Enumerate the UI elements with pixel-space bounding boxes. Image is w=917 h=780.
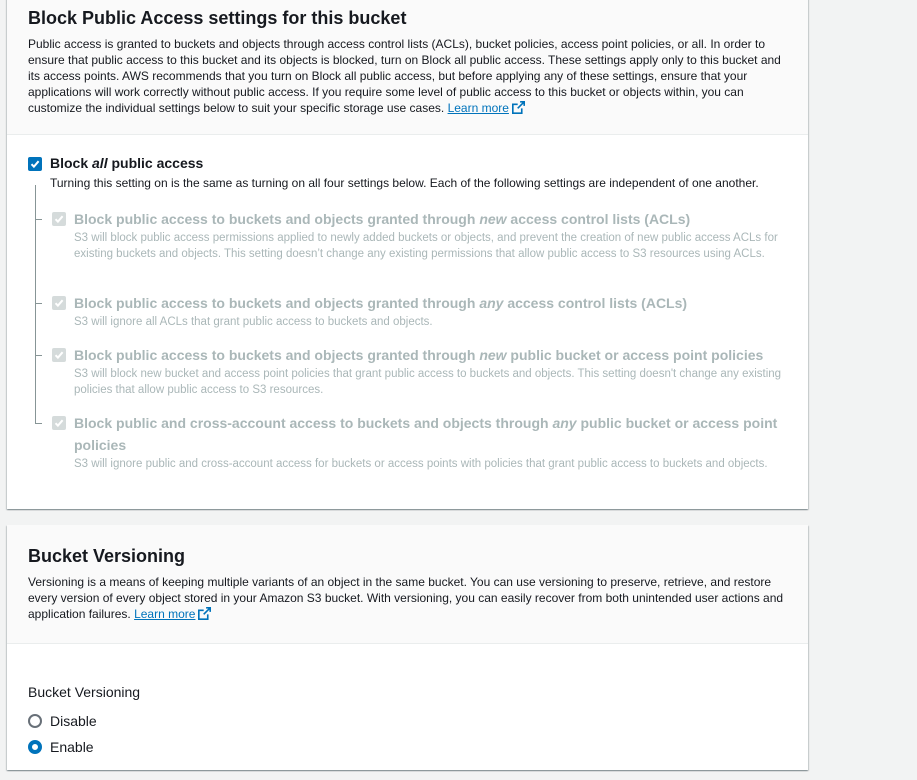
- disable-label: Disable: [50, 713, 97, 729]
- tree-line: [35, 185, 36, 423]
- disable-radio[interactable]: [28, 714, 42, 728]
- versioning-field-label: Bucket Versioning: [28, 684, 141, 700]
- tree-branch: [35, 423, 42, 424]
- block-all-description: Turning this setting on is the same as t…: [50, 176, 759, 190]
- bpa-description-text: Public access is granted to buckets and …: [28, 37, 781, 115]
- bpa-option-checkbox[interactable]: [52, 296, 66, 310]
- option-label-pre: Block public access to buckets and objec…: [74, 347, 480, 363]
- versioning-description: Versioning is a means of keeping multipl…: [28, 574, 788, 622]
- block-public-access-panel: Block Public Access settings for this bu…: [7, 0, 808, 509]
- bpa-learn-more-link[interactable]: Learn more: [448, 101, 525, 115]
- versioning-option-disable[interactable]: Disable: [28, 708, 787, 734]
- option-label-em: any: [479, 295, 504, 311]
- option-label-pre: Block public access to buckets and objec…: [74, 295, 480, 311]
- external-link-icon: [198, 607, 212, 620]
- enable-radio[interactable]: [28, 740, 42, 754]
- option-label-post: access control lists (ACLs): [503, 295, 688, 311]
- option-label-post: access control lists (ACLs): [506, 211, 691, 227]
- external-link-icon: [511, 101, 525, 114]
- bpa-option-description: S3 will ignore public and cross-account …: [74, 458, 768, 470]
- bpa-description: Public access is granted to buckets and …: [28, 36, 788, 116]
- versioning-title: Bucket Versioning: [28, 546, 186, 566]
- versioning-header: Bucket Versioning Versioning is a means …: [7, 525, 808, 644]
- bpa-option-checkbox[interactable]: [52, 348, 66, 362]
- tree-branch: [35, 355, 42, 356]
- versioning-learn-more-link[interactable]: Learn more: [134, 607, 212, 621]
- option-label-em: any: [552, 415, 577, 431]
- tree-branch: [35, 219, 42, 220]
- versioning-learn-more-label: Learn more: [134, 607, 196, 621]
- block-all-checkbox[interactable]: [28, 157, 42, 171]
- bpa-option-checkbox[interactable]: [52, 416, 66, 430]
- bpa-option-description: S3 will ignore all ACLs that grant publi…: [74, 316, 433, 328]
- block-all-label-em: all: [92, 155, 108, 171]
- check-icon: [30, 160, 40, 169]
- check-icon: [54, 419, 64, 428]
- bpa-option-checkbox[interactable]: [52, 212, 66, 226]
- bpa-option-label: Block public access to buckets and objec…: [74, 208, 782, 230]
- bpa-option-label: Block public and cross-account access to…: [74, 412, 782, 456]
- bpa-option-any-policies[interactable]: Block public and cross-account access to…: [52, 412, 782, 472]
- block-all-label-post: public access: [107, 155, 204, 171]
- bpa-title: Block Public Access settings for this bu…: [28, 8, 407, 28]
- check-icon: [54, 351, 64, 360]
- option-label-em: new: [479, 347, 507, 363]
- bpa-option-description: S3 will block public access permissions …: [74, 232, 778, 260]
- bpa-option-any-acls[interactable]: Block public access to buckets and objec…: [52, 292, 782, 330]
- bucket-versioning-panel: Bucket Versioning Versioning is a means …: [7, 525, 808, 770]
- check-icon: [54, 299, 64, 308]
- bpa-learn-more-label: Learn more: [447, 101, 509, 115]
- tree-branch: [35, 303, 42, 304]
- option-label-em: new: [479, 211, 507, 227]
- option-label-post: public bucket or access point policies: [506, 347, 764, 363]
- option-label-pre: Block public access to buckets and objec…: [74, 211, 480, 227]
- bpa-option-label: Block public access to buckets and objec…: [74, 292, 782, 314]
- bpa-option-description: S3 will block new bucket and access poin…: [74, 368, 782, 396]
- versioning-body: Bucket Versioning Disable Enable: [7, 644, 808, 760]
- bpa-option-label: Block public access to buckets and objec…: [74, 344, 782, 366]
- block-all-label: Block all public access: [50, 155, 203, 171]
- option-label-pre: Block public and cross-account access to…: [74, 415, 553, 431]
- enable-label: Enable: [50, 739, 94, 755]
- bpa-option-new-acls[interactable]: Block public access to buckets and objec…: [52, 208, 782, 262]
- versioning-option-enable[interactable]: Enable: [28, 734, 787, 760]
- block-all-label-pre: Block: [50, 155, 93, 171]
- bpa-option-new-policies[interactable]: Block public access to buckets and objec…: [52, 344, 782, 398]
- bpa-header: Block Public Access settings for this bu…: [7, 0, 808, 135]
- check-icon: [54, 215, 64, 224]
